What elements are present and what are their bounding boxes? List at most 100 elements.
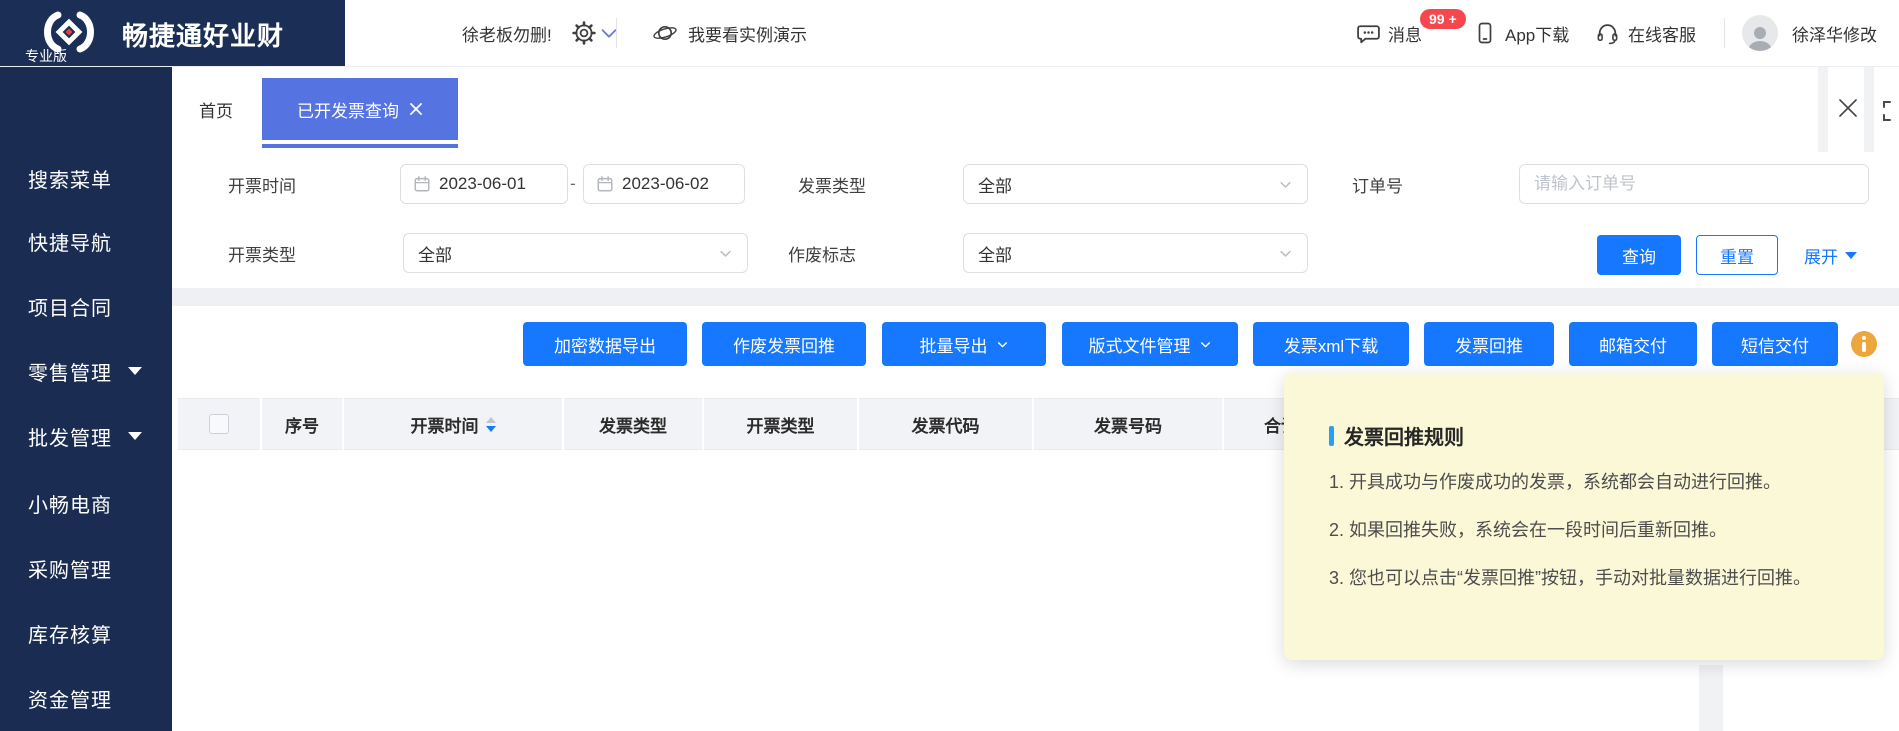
invoice-type-label: 发票类型 <box>798 176 866 196</box>
app-download-label: App下载 <box>1505 25 1570 45</box>
column-header-invoice-code: 发票代码 <box>859 398 1032 450</box>
column-header-invoice-number: 发票号码 <box>1034 398 1222 450</box>
scrollbar-track <box>1699 665 1723 731</box>
sort-asc-icon <box>485 416 496 423</box>
info-icon[interactable] <box>1851 331 1877 357</box>
sidebar-item-project[interactable]: 项目合同 <box>28 292 168 320</box>
batch-export-button[interactable]: 批量导出 <box>882 322 1046 366</box>
date-to-value: 2023-06-02 <box>622 174 709 193</box>
tooltip-title: 发票回推规则 <box>1344 427 1464 449</box>
encrypted-export-button[interactable]: 加密数据导出 <box>523 322 687 366</box>
reset-button[interactable]: 重置 <box>1696 235 1778 275</box>
chevron-down-icon <box>1280 250 1291 257</box>
chevron-down-icon <box>1200 341 1210 347</box>
chevron-down-icon <box>1280 181 1291 188</box>
username[interactable]: 徐泽华修改 <box>1792 0 1877 66</box>
gear-icon <box>572 21 596 45</box>
billing-type-label: 开票类型 <box>228 245 296 265</box>
sidebar: 搜索菜单 快捷导航 项目合同 零售管理 批发管理 小畅电商 采购管理 库存核算 … <box>0 66 172 731</box>
brand-edition: 专业版 <box>25 48 67 64</box>
invoice-date-label: 开票时间 <box>228 176 296 196</box>
tab-home[interactable]: 首页 <box>190 78 242 140</box>
select-all-checkbox[interactable] <box>209 414 229 434</box>
sidebar-item-ecommerce[interactable]: 小畅电商 <box>28 489 168 517</box>
title-accent-bar <box>1329 425 1334 446</box>
brand-name: 畅捷通好业财 <box>122 21 285 51</box>
app-download-button[interactable]: App下载 <box>1473 0 1569 66</box>
tooltip-rule: 1. 开具成功与作废成功的发票，系统都会自动进行回推。 <box>1329 472 1782 492</box>
close-icon <box>1839 99 1857 117</box>
company-name: 徐老板勿删! <box>462 25 552 45</box>
support-label: 在线客服 <box>1628 25 1696 45</box>
order-no-input[interactable] <box>1519 164 1869 204</box>
sort-icons[interactable] <box>485 416 496 432</box>
date-separator: - <box>570 174 576 193</box>
headset-icon <box>1597 23 1618 44</box>
fullscreen-button[interactable] <box>1882 98 1899 124</box>
invoice-xml-download-button[interactable]: 发票xml下载 <box>1253 322 1409 366</box>
sidebar-item-retail[interactable]: 零售管理 <box>28 357 168 385</box>
panel-seam <box>1864 66 1874 152</box>
sidebar-item-wholesale[interactable]: 批发管理 <box>28 422 168 450</box>
calendar-icon <box>414 176 430 192</box>
pushback-rules-tooltip: 发票回推规则 1. 开具成功与作废成功的发票，系统都会自动进行回推。 2. 如果… <box>1284 373 1884 660</box>
tooltip-rule: 3. 您也可以点击“发票回推”按钮，手动对批量数据进行回推。 <box>1329 568 1811 588</box>
chevron-down-icon <box>720 250 731 257</box>
expand-toggle[interactable]: 展开 <box>1804 235 1857 275</box>
chevron-down-icon <box>128 367 142 375</box>
layout-file-manage-button[interactable]: 版式文件管理 <box>1062 322 1238 366</box>
person-icon <box>1748 27 1772 51</box>
sidebar-item-purchase[interactable]: 采购管理 <box>28 554 168 582</box>
invoice-type-select[interactable]: 全部 <box>963 164 1308 204</box>
demo-link-label: 我要看实例演示 <box>688 25 807 45</box>
tab-close-icon[interactable] <box>409 102 423 116</box>
column-header-invoice-date[interactable]: 开票时间 <box>344 398 562 450</box>
tab-invoice-query[interactable]: 已开发票查询 <box>262 78 458 140</box>
sms-delivery-button[interactable]: 短信交付 <box>1712 322 1838 366</box>
order-no-label: 订单号 <box>1352 176 1403 196</box>
chevron-down-icon <box>997 341 1007 347</box>
topbar-divider <box>1724 18 1725 48</box>
message-icon <box>1357 24 1380 43</box>
planet-icon <box>653 25 677 41</box>
topbar-divider <box>616 18 617 48</box>
void-flag-select[interactable]: 全部 <box>963 233 1308 273</box>
date-from-input[interactable]: 2023-06-01 <box>400 164 568 204</box>
invoice-type-value: 全部 <box>978 176 1012 196</box>
date-to-input[interactable]: 2023-06-02 <box>583 164 745 204</box>
logo-block: 畅捷通好业财 专业版 <box>0 0 345 66</box>
avatar[interactable] <box>1742 15 1778 51</box>
column-header-invoice-type: 发票类型 <box>564 398 702 450</box>
demo-link[interactable]: 我要看实例演示 <box>652 0 807 66</box>
email-delivery-button[interactable]: 邮箱交付 <box>1569 322 1697 366</box>
company-selector[interactable]: 徐老板勿删! <box>462 0 620 66</box>
phone-icon <box>1478 22 1492 44</box>
column-header-billing-type: 开票类型 <box>704 398 857 450</box>
close-panel-button[interactable] <box>1836 96 1860 120</box>
void-flag-label: 作废标志 <box>788 245 856 265</box>
top-bar: 畅捷通好业财 专业版 徐老板勿删! 我要看实例演示 消息 99 + App下载 … <box>0 0 1899 67</box>
sidebar-item-quick-nav[interactable]: 快捷导航 <box>28 227 168 255</box>
messages-button[interactable]: 消息 <box>1356 0 1422 66</box>
expand-label: 展开 <box>1804 247 1838 267</box>
billing-type-select[interactable]: 全部 <box>403 233 748 273</box>
support-button[interactable]: 在线客服 <box>1595 0 1696 66</box>
tab-label: 已开发票查询 <box>297 101 399 121</box>
chevron-down-icon <box>128 432 142 440</box>
messages-label: 消息 <box>1388 25 1422 45</box>
chevron-down-icon <box>1845 251 1857 259</box>
settings-button[interactable] <box>572 0 596 66</box>
panel-seam <box>1818 66 1828 152</box>
select-all-cell <box>178 398 260 450</box>
search-button[interactable]: 查询 <box>1597 235 1681 275</box>
column-header-seq: 序号 <box>262 398 342 450</box>
messages-badge: 99 + <box>1420 9 1466 29</box>
void-invoice-pushback-button[interactable]: 作废发票回推 <box>702 322 866 366</box>
invoice-pushback-button[interactable]: 发票回推 <box>1424 322 1554 366</box>
sidebar-item-inventory[interactable]: 库存核算 <box>28 619 168 647</box>
sidebar-item-search-menu[interactable]: 搜索菜单 <box>28 164 168 192</box>
fullscreen-icon <box>1883 101 1899 121</box>
calendar-icon <box>597 176 613 192</box>
billing-type-value: 全部 <box>418 245 452 265</box>
sidebar-item-funds[interactable]: 资金管理 <box>28 684 168 712</box>
